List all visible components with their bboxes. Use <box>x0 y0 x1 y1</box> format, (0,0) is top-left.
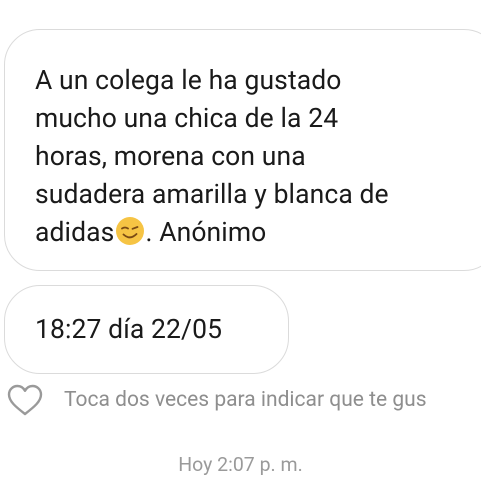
message-line: sudadera amarilla y blanca de <box>35 179 389 210</box>
chat-screen: A un colega le ha gustado mucho una chic… <box>0 0 481 481</box>
message-text-after-emoji: . Anónimo <box>145 217 267 248</box>
message-last-line: adidas . Anónimo <box>35 214 481 252</box>
message-line: horas, morena con una <box>35 141 306 172</box>
message-line: A un colega le ha gustado <box>35 65 342 96</box>
message-timestamp: Hoy 2:07 p. m. <box>178 453 303 476</box>
winking-face-emoji-icon <box>116 217 145 245</box>
like-row[interactable]: Toca dos veces para indicar que te gus <box>6 381 481 421</box>
message-line: mucho una chica de la 24 <box>35 103 339 134</box>
message-bubble[interactable]: A un colega le ha gustado mucho una chic… <box>4 29 481 271</box>
double-tap-like-hint: Toca dos veces para indicar que te gus <box>64 388 427 412</box>
message-text-before-emoji: adidas <box>35 217 115 248</box>
heart-outline-icon[interactable] <box>6 383 44 417</box>
reply-bubble[interactable]: 18:27 día 22/05 <box>4 285 289 374</box>
reply-text: 18:27 día 22/05 <box>35 314 223 345</box>
